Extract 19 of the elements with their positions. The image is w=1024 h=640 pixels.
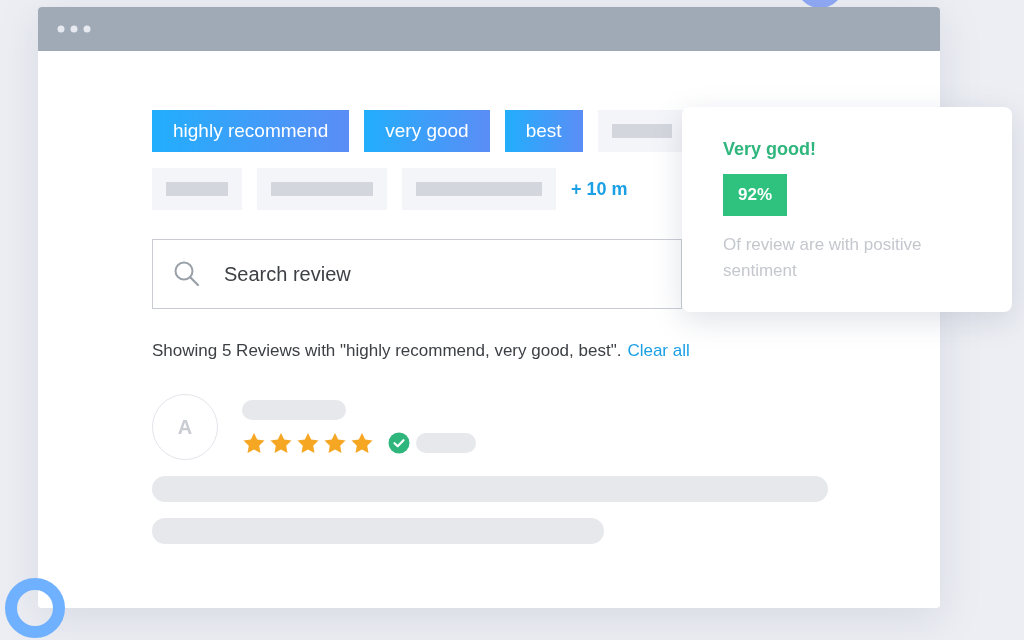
sentiment-caption: Of review are with positive sentiment <box>723 234 923 282</box>
star-icon <box>350 432 374 454</box>
search-icon <box>173 260 201 288</box>
skeleton-line <box>416 433 476 453</box>
percentage-badge: 92% <box>723 174 788 216</box>
search-field[interactable]: Search review <box>152 239 682 309</box>
sentiment-title: Very good! <box>723 139 817 160</box>
tag-chip[interactable]: very good <box>364 110 490 152</box>
results-summary: Showing 5 Reviews with "highly recommend, very good, best". <box>152 341 622 361</box>
clear-all-link[interactable]: Clear all <box>627 341 690 361</box>
star-icon <box>296 432 320 454</box>
tag-chip[interactable]: highly recommend <box>152 110 350 152</box>
more-tags-link[interactable]: + 10 m <box>571 178 628 200</box>
tag-chip[interactable]: best <box>504 110 583 152</box>
star-icon <box>323 432 347 454</box>
star-icon <box>242 432 266 454</box>
window-dots-icon <box>57 25 91 33</box>
star-icon <box>269 432 293 454</box>
ring-decoration <box>4 577 66 639</box>
